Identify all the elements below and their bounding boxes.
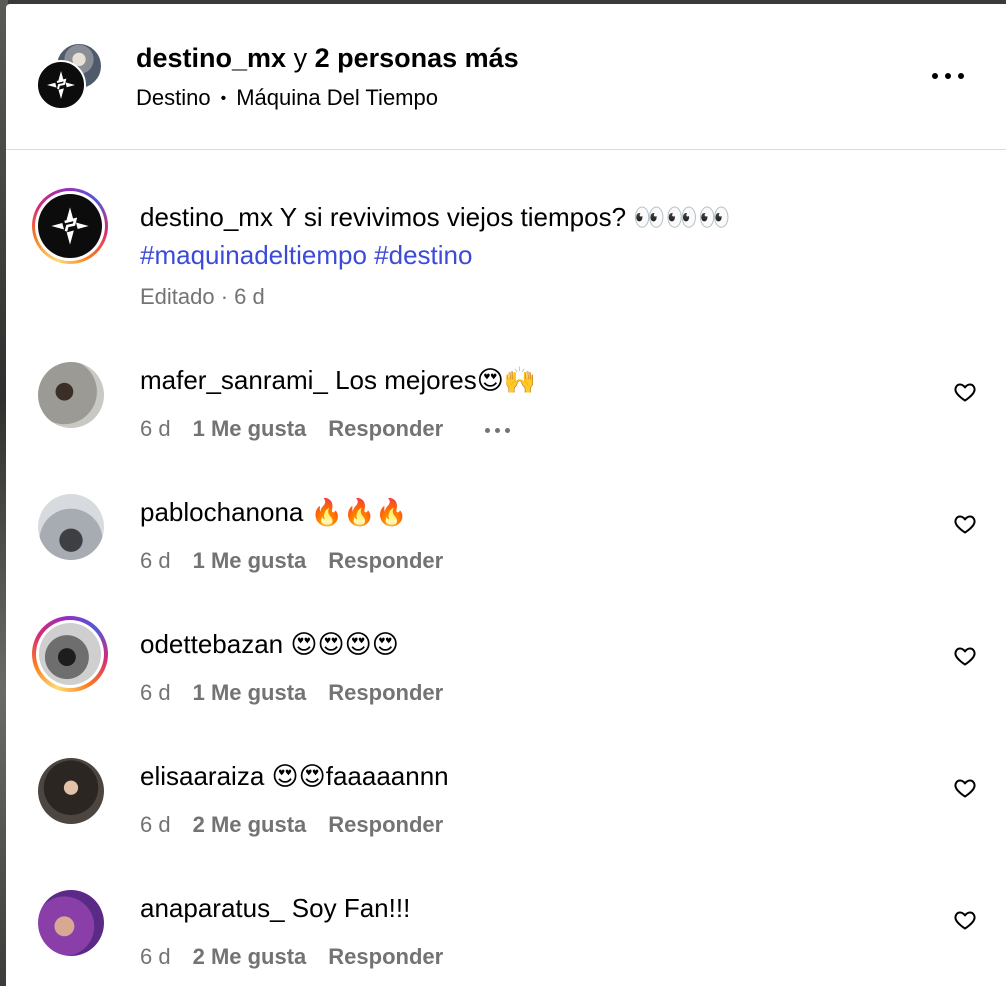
reply-button[interactable]: Responder xyxy=(328,548,443,573)
comment-likes[interactable]: 2 Me gusta xyxy=(193,812,307,837)
comment-text: pablochanona 🔥🔥🔥 xyxy=(140,496,408,528)
reply-button[interactable]: Responder xyxy=(328,680,443,705)
comment-body: Los mejores😍🙌 xyxy=(335,365,537,395)
comment-body: 🔥🔥🔥 xyxy=(310,497,408,527)
comment-avatar[interactable] xyxy=(32,616,108,692)
reply-button[interactable]: Responder xyxy=(328,416,443,441)
header-account-name: Destino xyxy=(136,85,211,110)
caption-text: destino_mx Y si revivimos viejos tiempos… xyxy=(140,198,940,274)
post-header: destino_mx y 2 personas más Destino • Máqu… xyxy=(6,4,1006,150)
more-dot xyxy=(945,73,951,79)
more-horizontal-icon xyxy=(485,427,491,433)
header-audio-name[interactable]: Máquina Del Tiempo xyxy=(236,85,438,110)
comment-username[interactable]: elisaaraiza xyxy=(140,761,264,791)
comment-body: 😍😍faaaaannn xyxy=(271,761,449,791)
comment-item: mafer_sanrami_ Los mejores😍🙌 6 d 1 Me gus… xyxy=(6,354,1006,486)
comment-more-button[interactable] xyxy=(485,427,511,433)
comment-username[interactable]: anaparatus_ xyxy=(140,893,285,923)
comment-item: pablochanona 🔥🔥🔥 6 d 1 Me gusta Responder xyxy=(6,486,1006,618)
more-dot xyxy=(958,73,964,79)
reply-button[interactable]: Responder xyxy=(328,944,443,969)
comment-likes[interactable]: 1 Me gusta xyxy=(193,680,307,705)
comment-meta: 6 d 1 Me gusta Responder xyxy=(140,680,443,706)
comment-avatar[interactable] xyxy=(38,494,104,560)
more-dot xyxy=(495,427,501,433)
more-dot xyxy=(505,427,511,433)
caption-meta: Editado · 6 d xyxy=(140,284,265,309)
comment-meta: 6 d 2 Me gusta Responder xyxy=(140,944,443,970)
header-title: destino_mx y 2 personas más xyxy=(136,42,519,74)
comment-meta: 6 d 2 Me gusta Responder xyxy=(140,812,443,838)
comment-item: elisaaraiza 😍😍faaaaannn 6 d 2 Me gusta Res… xyxy=(6,750,1006,882)
caption-username[interactable]: destino_mx xyxy=(140,202,273,232)
comment-age: 6 d xyxy=(140,548,171,573)
comment-username[interactable]: mafer_sanrami_ xyxy=(140,365,328,395)
reply-button[interactable]: Responder xyxy=(328,812,443,837)
comment-text: mafer_sanrami_ Los mejores😍🙌 xyxy=(140,364,536,396)
comment-age: 6 d xyxy=(140,416,171,441)
heart-outline-icon[interactable] xyxy=(952,512,978,536)
more-horizontal-icon xyxy=(932,73,938,79)
destino-avatar[interactable] xyxy=(36,60,86,110)
header-others[interactable]: 2 personas más xyxy=(315,43,519,73)
caption-body: Y si revivimos viejos tiempos? 👀👀👀 xyxy=(279,202,731,232)
heart-outline-icon[interactable] xyxy=(952,644,978,668)
heart-outline-icon[interactable] xyxy=(952,908,978,932)
header-username[interactable]: destino_mx xyxy=(136,43,286,73)
hashtag-link[interactable]: #destino xyxy=(374,240,472,270)
hashtag-link[interactable]: #maquinadeltiempo xyxy=(140,240,367,270)
comment-age: 6 d xyxy=(140,680,171,705)
caption-avatar-ring xyxy=(35,191,105,261)
comment-meta: 6 d 1 Me gusta Responder xyxy=(140,416,511,442)
caption-avatar-image xyxy=(38,194,102,258)
destino-logo-icon xyxy=(51,207,89,245)
comment-age: 6 d xyxy=(140,812,171,837)
comment-text: odettebazan 😍😍😍😍 xyxy=(140,628,399,660)
heart-outline-icon[interactable] xyxy=(952,380,978,404)
comment-likes[interactable]: 2 Me gusta xyxy=(193,944,307,969)
comment-age: 6 d xyxy=(140,944,171,969)
header-separator: • xyxy=(220,90,227,107)
comment-likes[interactable]: 1 Me gusta xyxy=(193,416,307,441)
comment-likes[interactable]: 1 Me gusta xyxy=(193,548,307,573)
comment-item: anaparatus_ Soy Fan!!! 6 d 2 Me gusta Resp… xyxy=(6,882,1006,986)
comment-text: elisaaraiza 😍😍faaaaannn xyxy=(140,760,449,792)
destino-logo-icon xyxy=(47,71,75,99)
header-connector: y xyxy=(293,43,308,73)
comment-body: 😍😍😍😍 xyxy=(290,629,399,659)
comment-meta: 6 d 1 Me gusta Responder xyxy=(140,548,443,574)
comment-body: Soy Fan!!! xyxy=(291,893,411,923)
caption-avatar[interactable] xyxy=(32,188,108,264)
heart-outline-icon[interactable] xyxy=(952,776,978,800)
header-subtitle: Destino • Máquina Del Tiempo xyxy=(136,84,438,113)
more-options-button[interactable] xyxy=(928,62,968,90)
comment-avatar[interactable] xyxy=(38,362,104,428)
comment-username[interactable]: odettebazan xyxy=(140,629,283,659)
collab-avatars[interactable] xyxy=(36,42,106,112)
comment-avatar[interactable] xyxy=(38,758,104,824)
comment-avatar[interactable] xyxy=(38,890,104,956)
avatar-image xyxy=(39,623,101,685)
post-panel: destino_mx y 2 personas más Destino • Máqu… xyxy=(6,4,1006,986)
comment-item: odettebazan 😍😍😍😍 6 d 1 Me gusta Responder xyxy=(6,616,1006,750)
avatar-ring-inner xyxy=(36,620,104,688)
comment-text: anaparatus_ Soy Fan!!! xyxy=(140,892,410,924)
comment-username[interactable]: pablochanona xyxy=(140,497,303,527)
